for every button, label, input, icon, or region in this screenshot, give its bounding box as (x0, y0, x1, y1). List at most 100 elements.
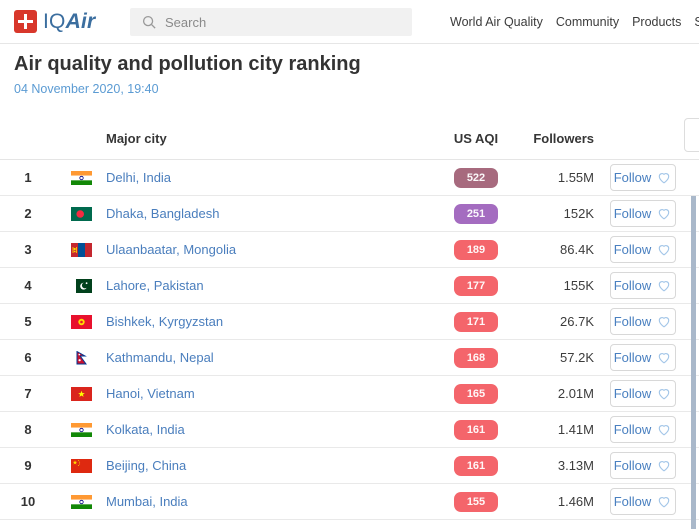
follow-button[interactable]: Follow (610, 200, 676, 227)
flag-icon-nepal (71, 351, 92, 365)
cutoff-side-widget (684, 118, 699, 152)
rank-number: 4 (0, 278, 56, 293)
city-link[interactable]: Delhi, India (106, 170, 436, 185)
aqi-badge: 161 (454, 420, 498, 440)
aqi-badge: 165 (454, 384, 498, 404)
city-link[interactable]: Kolkata, India (106, 422, 436, 437)
heart-icon (656, 206, 672, 221)
city-link[interactable]: Bishkek, Kyrgyzstan (106, 314, 436, 329)
column-header-followers: Followers (516, 131, 606, 146)
follow-button[interactable]: Follow (610, 164, 676, 191)
flag-icon-bangladesh (71, 207, 92, 221)
city-link[interactable]: Mumbai, India (106, 494, 436, 509)
flag-icon-vietnam (71, 387, 92, 401)
rank-number: 9 (0, 458, 56, 473)
follow-button[interactable]: Follow (610, 308, 676, 335)
flag-icon-india (71, 171, 92, 185)
heart-icon (656, 386, 672, 401)
table-row: 1 Delhi, India 522 1.55M Follow (0, 160, 699, 196)
followers-count: 26.7K (516, 314, 606, 329)
rank-number: 2 (0, 206, 56, 221)
table-row: 10 Mumbai, India 155 1.46M Follow (0, 484, 699, 520)
heart-icon (656, 242, 672, 257)
aqi-badge: 171 (454, 312, 498, 332)
iqair-logo-text: IQAir (43, 10, 95, 34)
search-input[interactable] (165, 15, 385, 30)
heart-icon (656, 278, 672, 293)
top-navigation-bar: IQAir World Air Quality Community Produc… (0, 0, 699, 44)
nav-community[interactable]: Community (556, 15, 619, 29)
city-link[interactable]: Lahore, Pakistan (106, 278, 436, 293)
follow-button[interactable]: Follow (610, 344, 676, 371)
city-link[interactable]: Dhaka, Bangladesh (106, 206, 436, 221)
rank-number: 8 (0, 422, 56, 437)
heart-icon (656, 314, 672, 329)
followers-count: 57.2K (516, 350, 606, 365)
rank-number: 7 (0, 386, 56, 401)
aqi-badge: 251 (454, 204, 498, 224)
aqi-badge: 161 (454, 456, 498, 476)
rank-number: 1 (0, 170, 56, 185)
flag-icon-kyrgyzstan (71, 315, 92, 329)
table-row: 7 Hanoi, Vietnam 165 2.01M Follow (0, 376, 699, 412)
followers-count: 1.46M (516, 494, 606, 509)
follow-button[interactable]: Follow (610, 488, 676, 515)
flag-icon-india (71, 423, 92, 437)
city-link[interactable]: Beijing, China (106, 458, 436, 473)
ranking-timestamp: 04 November 2020, 19:40 (14, 82, 159, 96)
aqi-badge: 189 (454, 240, 498, 260)
followers-count: 3.13M (516, 458, 606, 473)
flag-icon-pakistan (71, 279, 92, 293)
followers-count: 152K (516, 206, 606, 221)
city-link[interactable]: Kathmandu, Nepal (106, 350, 436, 365)
table-row: 5 Bishkek, Kyrgyzstan 171 26.7K Follow (0, 304, 699, 340)
follow-button[interactable]: Follow (610, 380, 676, 407)
ranking-rows: 1 Delhi, India 522 1.55M Follow 2 Dhaka,… (0, 160, 699, 520)
heart-icon (656, 350, 672, 365)
main-nav: World Air Quality Community Products Sol… (450, 0, 699, 44)
nav-world-air-quality[interactable]: World Air Quality (450, 15, 543, 29)
heart-icon (656, 458, 672, 473)
ranking-table-header: Major city US AQI Followers (0, 118, 699, 160)
flag-icon-india (71, 495, 92, 509)
nav-products[interactable]: Products (632, 15, 681, 29)
table-row: 2 Dhaka, Bangladesh 251 152K Follow (0, 196, 699, 232)
iqair-logo[interactable]: IQAir (14, 10, 95, 34)
flag-icon-china (71, 459, 92, 473)
follow-button[interactable]: Follow (610, 452, 676, 479)
follow-button[interactable]: Follow (610, 272, 676, 299)
nav-solutions[interactable]: Solutions (694, 15, 699, 29)
aqi-badge: 522 (454, 168, 498, 188)
rank-number: 5 (0, 314, 56, 329)
table-row: 3 Ulaanbaatar, Mongolia 189 86.4K Follow (0, 232, 699, 268)
flag-icon-mongolia (71, 243, 92, 257)
aqi-badge: 168 (454, 348, 498, 368)
heart-icon (656, 494, 672, 509)
heart-icon (656, 170, 672, 185)
followers-count: 1.41M (516, 422, 606, 437)
aqi-badge: 177 (454, 276, 498, 296)
followers-count: 86.4K (516, 242, 606, 257)
followers-count: 1.55M (516, 170, 606, 185)
column-header-major-city: Major city (106, 131, 436, 146)
city-link[interactable]: Hanoi, Vietnam (106, 386, 436, 401)
iqair-swiss-cross-icon (14, 10, 37, 33)
rank-number: 6 (0, 350, 56, 365)
aqi-badge: 155 (454, 492, 498, 512)
scrollbar-thumb[interactable] (691, 196, 696, 529)
table-row: 4 Lahore, Pakistan 177 155K Follow (0, 268, 699, 304)
table-row: 9 Beijing, China 161 3.13M Follow (0, 448, 699, 484)
followers-count: 2.01M (516, 386, 606, 401)
search-icon (142, 15, 157, 30)
table-row: 6 Kathmandu, Nepal 168 57.2K Follow (0, 340, 699, 376)
follow-button[interactable]: Follow (610, 236, 676, 263)
search-bar[interactable] (130, 8, 412, 36)
column-header-us-aqi: US AQI (436, 131, 516, 146)
rank-number: 3 (0, 242, 56, 257)
followers-count: 155K (516, 278, 606, 293)
city-link[interactable]: Ulaanbaatar, Mongolia (106, 242, 436, 257)
table-row: 8 Kolkata, India 161 1.41M Follow (0, 412, 699, 448)
page-title: Air quality and pollution city ranking (14, 53, 361, 76)
rank-number: 10 (0, 494, 56, 509)
follow-button[interactable]: Follow (610, 416, 676, 443)
